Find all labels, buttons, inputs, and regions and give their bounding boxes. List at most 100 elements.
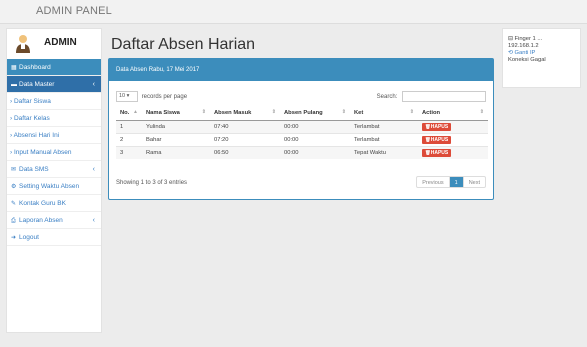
table-header-row: No. ▲ Nama Siswa ⇕ Absen Masuk ⇕ Absen Pulang ⇕… [116,106,488,121]
table-row: 3 Rama 06:50 00:00 Tepat Waktu 🗑︎HAPUS [116,145,488,159]
pagination-page[interactable]: 1 [448,177,463,187]
sidebar-item-label: › Input Manual Absen [10,149,72,156]
cell-ket: Terlambat [350,132,418,146]
column-header-label: No. [120,109,130,116]
fingerprint-icon: ⊟ [508,36,513,42]
column-header-label: Absen Pulang [284,109,323,116]
sidebar-item-logout[interactable]: ➜ Logout [7,229,101,246]
sort-asc-icon: ▲ [133,109,138,115]
table-row: 2 Bahar 07:20 00:00 Terlambat 🗑︎HAPUS [116,132,488,146]
cell-masuk: 06:50 [210,145,280,159]
table-controls: 10 ▾ records per page Search: [116,91,486,103]
cell-pulang: 00:00 [280,145,350,159]
cell-nama: Bahar [142,132,210,146]
finger-device-suffix: ... [537,36,543,42]
cell-action: 🗑︎HAPUS [418,145,488,159]
hapus-button[interactable]: 🗑︎HAPUS [422,148,452,157]
print-icon: ⎙ [11,218,16,224]
absen-panel: Data Absen Rabu, 17 Mei 2017 10 ▾ record… [108,58,494,200]
column-header-label: Nama Siswa [146,109,180,116]
sidebar-item-dashboard[interactable]: ▦ Dashboard [7,59,101,76]
search-label: Search: [376,94,398,101]
column-header-label: Ket [354,109,364,116]
table-row: 1 Yulinda 07:40 00:00 Terlambat 🗑︎HAPUS [116,119,488,133]
sidebar-item-label: Dashboard [19,64,51,71]
hapus-button[interactable]: 🗑︎HAPUS [422,135,452,144]
change-ip-label: Ganti IP [514,50,536,56]
sms-icon: ✉ [11,167,17,173]
folder-icon: ▬ [11,82,17,88]
column-header[interactable]: Absen Pulang ⇕ [280,106,350,121]
edit-icon: ✎ [11,201,17,207]
sidebar-item-label: › Absensi Hari Ini [10,132,60,139]
absen-table: No. ▲ Nama Siswa ⇕ Absen Masuk ⇕ Absen Pulang ⇕… [116,106,488,159]
cell-no: 3 [116,145,142,159]
records-per-page-select[interactable]: 10 ▾ [116,91,138,102]
cell-nama: Yulinda [142,119,210,133]
top-bar: ADMIN PANEL [0,0,587,24]
sidebar-item-data-master[interactable]: ▬ Data Master ‹ [7,76,101,93]
sidebar-item-label: Logout [19,234,39,241]
sidebar-item-absensi-hari-ini[interactable]: › Absensi Hari Ini [7,127,101,144]
chevron-left-icon: ‹ [92,81,95,88]
pagination-previous[interactable]: Previous [417,177,448,187]
chevron-left-icon: ‹ [92,166,95,173]
sort-icon: ⇕ [479,109,484,115]
sidebar-item-daftar-kelas[interactable]: › Daftar Kelas [7,110,101,127]
cell-masuk: 07:20 [210,132,280,146]
avatar [16,35,30,53]
panel-header: Data Absen Rabu, 17 Mei 2017 [109,59,493,81]
column-header[interactable]: Ket ⇕ [350,106,418,121]
sidebar-item-label: Laporan Absen [19,217,63,224]
sidebar-item-label: › Daftar Kelas [10,115,50,122]
hapus-label: HAPUS [430,136,449,143]
hapus-label: HAPUS [430,123,449,130]
sidebar-item-input-manual-absen[interactable]: › Input Manual Absen [7,144,101,161]
admin-label: ADMIN [44,37,77,48]
cell-action: 🗑︎HAPUS [418,119,488,133]
change-ip-link[interactable]: ⟲ Ganti IP [503,50,580,57]
column-header[interactable]: Action ⇕ [418,106,488,121]
sort-icon: ⇕ [341,109,346,115]
chevron-left-icon: ‹ [92,217,95,224]
cell-ket: Terlambat [350,119,418,133]
page-title: Daftar Absen Harian [111,36,256,53]
cell-no: 1 [116,119,142,133]
search-input[interactable] [402,91,486,102]
sidebar-item-label: › Daftar Siswa [10,98,51,105]
hapus-button[interactable]: 🗑︎HAPUS [422,122,452,131]
sidebar-item-kontak-guru-bk[interactable]: ✎ Kontak Guru BK [7,195,101,212]
sidebar-item-daftar-siswa[interactable]: › Daftar Siswa [7,93,101,110]
sidebar-item-label: Data SMS [19,166,49,173]
cell-ket: Tepat Waktu [350,145,418,159]
column-header-label: Action [422,109,441,116]
dashboard-icon: ▦ [11,65,17,71]
sidebar: ADMIN ▦ Dashboard ▬ Data Master ‹ › Daftar Si… [6,28,102,333]
sidebar-item-label: Kontak Guru BK [19,200,66,207]
sidebar-item-laporan-absen[interactable]: ⎙ Laporan Absen ‹ [7,212,101,229]
pagination: Previous 1 Next [416,176,486,188]
cell-action: 🗑︎HAPUS [418,132,488,146]
pagination-next[interactable]: Next [462,177,485,187]
cell-pulang: 00:00 [280,119,350,133]
cell-no: 2 [116,132,142,146]
records-per-page-label: records per page [141,94,188,101]
app-brand[interactable]: ADMIN PANEL [36,5,112,17]
hapus-label: HAPUS [430,149,449,156]
records-per-page-value: 10 [119,93,126,99]
sidebar-item-setting-waktu-absen[interactable]: ⚙ Setting Waktu Absen [7,178,101,195]
finger-device-row: ⊟ Finger 1 ... [503,36,580,43]
sidebar-item-label: Data Master [19,81,55,88]
column-header-label: Absen Masuk [214,109,252,116]
cell-nama: Rama [142,145,210,159]
sort-icon: ⇕ [271,109,276,115]
column-header[interactable]: No. ▲ [116,106,142,121]
sort-icon: ⇕ [409,109,414,115]
device-ip: 192.168.1.2 [508,43,539,49]
column-header[interactable]: Nama Siswa ⇕ [142,106,210,121]
fingerprint-panel: ⊟ Finger 1 ... 192.168.1.2 ⟲ Ganti IP Ko… [502,28,581,88]
cell-masuk: 07:40 [210,119,280,133]
column-header[interactable]: Absen Masuk ⇕ [210,106,280,121]
sidebar-item-data-sms[interactable]: ✉ Data SMS ‹ [7,161,101,178]
cell-pulang: 00:00 [280,132,350,146]
